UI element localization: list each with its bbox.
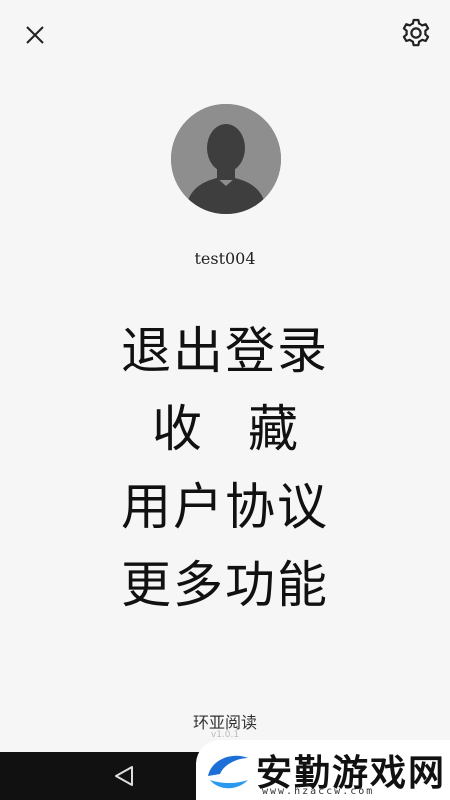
close-button[interactable]: [18, 18, 52, 52]
gear-icon: [402, 18, 430, 47]
favorites-menu-item[interactable]: 收藏: [0, 390, 450, 468]
profile-screen: test004 退出登录 收藏 用户协议 更多功能 环亚阅读 v1.0.1 安勤…: [0, 0, 450, 800]
username-label: test004: [194, 249, 256, 268]
watermark-logo-icon: [208, 755, 248, 789]
more-features-menu-item[interactable]: 更多功能: [0, 546, 450, 624]
default-avatar-icon: [171, 104, 281, 214]
top-bar: [0, 0, 450, 70]
settings-button[interactable]: [398, 15, 434, 51]
site-watermark: 安勤游戏网 www.hzaccw.com: [196, 740, 450, 800]
watermark-url: www.hzaccw.com: [262, 786, 375, 797]
back-triangle-icon: [115, 766, 133, 786]
app-version: v1.0.1: [210, 730, 240, 740]
nav-back-button[interactable]: [110, 764, 138, 788]
avatar[interactable]: [171, 104, 281, 214]
logout-menu-item[interactable]: 退出登录: [0, 312, 450, 390]
user-agreement-menu-item[interactable]: 用户协议: [0, 468, 450, 546]
close-icon: [26, 26, 44, 44]
main-menu: 退出登录 收藏 用户协议 更多功能: [0, 312, 450, 624]
